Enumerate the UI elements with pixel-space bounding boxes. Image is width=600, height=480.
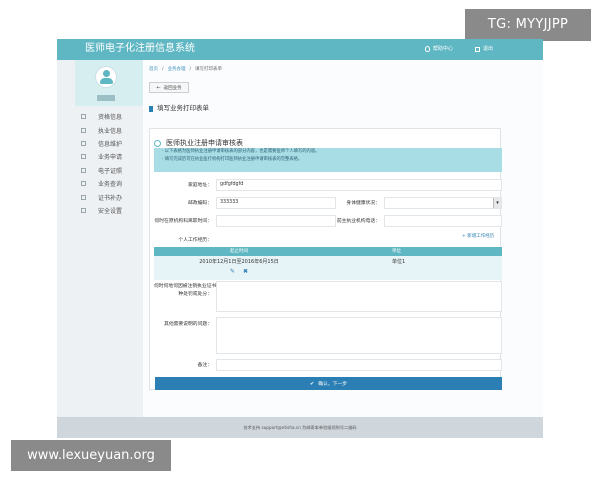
prev-unit-phone-label: 前主执业机构电话：	[336, 219, 380, 224]
health-status-label: 身体健康状况：	[346, 201, 380, 206]
help-link[interactable]: 帮助中心	[425, 44, 453, 54]
remarks-label: 备注：	[197, 363, 212, 368]
form-icon	[81, 154, 86, 160]
app-window: 医师电子化注册信息系统 帮助中心 退出 资格信息 执业信息 信息维护 业务申请 …	[57, 39, 543, 438]
section-title: 填写业务打印表单	[149, 104, 209, 113]
avatar-head	[103, 70, 110, 77]
profile-panel	[75, 60, 143, 106]
sidebar-item-label: 电子证照	[98, 167, 123, 175]
license-revoked-label: 何时何地何因被注销执业证书	[154, 284, 217, 289]
sidebar-item-label: 资格信息	[98, 114, 123, 122]
form-title: 医师执业注册申请审核表	[154, 139, 243, 148]
table-header: 起止时间 单位	[154, 247, 502, 256]
footer: 技术支持 support@ntisha.cn 为邮寄本单验候领到号二维码	[57, 417, 543, 438]
chevron-down-icon: ▾	[493, 198, 501, 208]
table-row: 2010年12月1日至2016年6月15日 ✎ ✖ 单位1	[154, 256, 502, 280]
breadcrumb-current: 填写打印表单	[195, 67, 223, 72]
user-icon	[81, 127, 86, 133]
sidebar-item-query[interactable]: 业务查询	[75, 177, 143, 190]
other-notes-label: 其他需要说明的问题：	[164, 322, 212, 327]
certificate-icon	[81, 167, 86, 173]
sidebar-item-security[interactable]: 安全设置	[75, 204, 143, 217]
bulb-icon	[425, 46, 430, 52]
edit-icon	[81, 140, 86, 146]
sidebar-item-practice[interactable]: 执业信息	[75, 123, 143, 136]
breadcrumb-sep: /	[189, 67, 192, 72]
prev-unit-phone-field[interactable]	[384, 215, 502, 227]
submit-label: 确认，下一步	[318, 382, 347, 387]
sidebar-item-label: 证书补办	[98, 194, 123, 202]
row-actions: ✎ ✖	[154, 268, 324, 275]
table-cell-period: 2010年12月1日至2016年6月15日 ✎ ✖	[154, 256, 324, 280]
back-button-label: 返回业务	[163, 85, 182, 91]
breadcrumb: 首页 / 业务办理 / 填写打印表单	[149, 66, 222, 73]
sidebar-item-qualification[interactable]: 资格信息	[75, 110, 143, 123]
license-revoked-textarea[interactable]	[216, 281, 502, 312]
check-icon: ✔	[310, 380, 315, 387]
health-status-select[interactable]: ▾	[384, 197, 502, 209]
user-name-placeholder	[97, 95, 115, 101]
help-label: 帮助中心	[433, 46, 454, 52]
notice-box: · 以下表格为医师执业注册申请审核表的部分内容，也是需要医师个人填写的内容。 ·…	[154, 148, 502, 172]
logout-link[interactable]: 退出	[475, 44, 493, 54]
notice-line: · 填写完成后可在执业医疗机构打印医师执业注册申请审核表的完整表格。	[162, 157, 303, 162]
top-bar: 医师电子化注册信息系统 帮助中心 退出	[57, 39, 543, 60]
postal-code-field[interactable]: 333333	[216, 197, 336, 209]
license-revoked-label-2: 种处罚或处分：	[178, 292, 212, 297]
avatar	[95, 66, 117, 88]
section-title-text: 填写业务打印表单	[157, 104, 209, 112]
sidebar-item-maintenance[interactable]: 信息维护	[75, 137, 143, 150]
page: TG: MYYJJPP www.lexueyuan.org 医师电子化注册信息系…	[0, 0, 600, 480]
sidebar-item-label: 信息维护	[98, 140, 123, 148]
period-text: 2010年12月1日至2016年6月15日	[199, 259, 279, 265]
sidebar-item-e-certificate[interactable]: 电子证照	[75, 164, 143, 177]
edit-icon[interactable]: ✎	[230, 268, 235, 275]
exit-icon	[475, 46, 480, 52]
back-button[interactable]: ← 返回业务	[149, 82, 189, 93]
logout-label: 退出	[483, 46, 494, 52]
notice-line: · 以下表格为医师执业注册申请审核表的部分内容，也是需要医师个人填写的内容。	[162, 149, 320, 154]
home-address-label: 家庭地址：	[188, 183, 212, 188]
form-title-icon	[154, 140, 161, 147]
section-marker	[149, 105, 153, 112]
sidebar-nav: 资格信息 执业信息 信息维护 业务申请 电子证照 业务查询 证书补办 安全设置	[75, 110, 143, 217]
sidebar-item-label: 业务查询	[98, 181, 123, 189]
prev-unit-left-time-field[interactable]	[216, 215, 336, 227]
arrow-left-icon: ←	[156, 84, 161, 91]
form-card: 医师执业注册申请审核表 · 以下表格为医师执业注册申请审核表的部分内容，也是需要…	[149, 128, 502, 390]
table-header-unit: 单位	[392, 249, 401, 254]
prev-unit-left-time-label: 何时在原机构科离职时间：	[154, 219, 212, 224]
sidebar-item-label: 安全设置	[98, 207, 123, 215]
home-address-field[interactable]: gdfgfdgfd	[216, 179, 502, 191]
postal-code-label: 邮政编码：	[188, 201, 212, 206]
other-notes-textarea[interactable]	[216, 317, 502, 354]
breadcrumb-home[interactable]: 首页	[149, 66, 158, 73]
sidebar-item-reissue[interactable]: 证书补办	[75, 190, 143, 203]
breadcrumb-business[interactable]: 业务办理	[168, 66, 186, 73]
table-cell-unit: 单位1	[392, 259, 406, 265]
table-header-period: 起止时间	[230, 249, 248, 254]
sidebar-item-application[interactable]: 业务申请	[75, 150, 143, 163]
reissue-icon	[81, 194, 86, 200]
avatar-body	[100, 78, 113, 84]
main-content: 首页 / 业务办理 / 填写打印表单 ← 返回业务 填写业务打印表单 医师执业注…	[143, 60, 543, 417]
form-title-text: 医师执业注册申请审核表	[166, 139, 243, 147]
delete-icon[interactable]: ✖	[243, 268, 248, 275]
remarks-field[interactable]	[216, 359, 502, 371]
watermark-bottom: www.lexueyuan.org	[11, 440, 171, 471]
sidebar-item-label: 业务申请	[98, 154, 123, 162]
add-work-history-link[interactable]: + 新增工作经历	[462, 233, 494, 239]
lock-icon	[81, 207, 86, 213]
sidebar: 资格信息 执业信息 信息维护 业务申请 电子证照 业务查询 证书补办 安全设置	[75, 60, 143, 417]
submit-button[interactable]: ✔ 确认，下一步	[155, 377, 502, 390]
breadcrumb-sep: /	[162, 67, 164, 72]
work-history-label: 个人工作经历：	[178, 238, 212, 243]
document-icon	[81, 114, 86, 120]
watermark-top: TG: MYYJJPP	[465, 9, 591, 41]
sidebar-item-label: 执业信息	[98, 127, 123, 135]
search-icon	[81, 181, 86, 187]
app-title: 医师电子化注册信息系统	[85, 43, 195, 54]
work-history-table: 起止时间 单位 2010年12月1日至2016年6月15日 ✎ ✖ 单位1	[154, 247, 502, 280]
